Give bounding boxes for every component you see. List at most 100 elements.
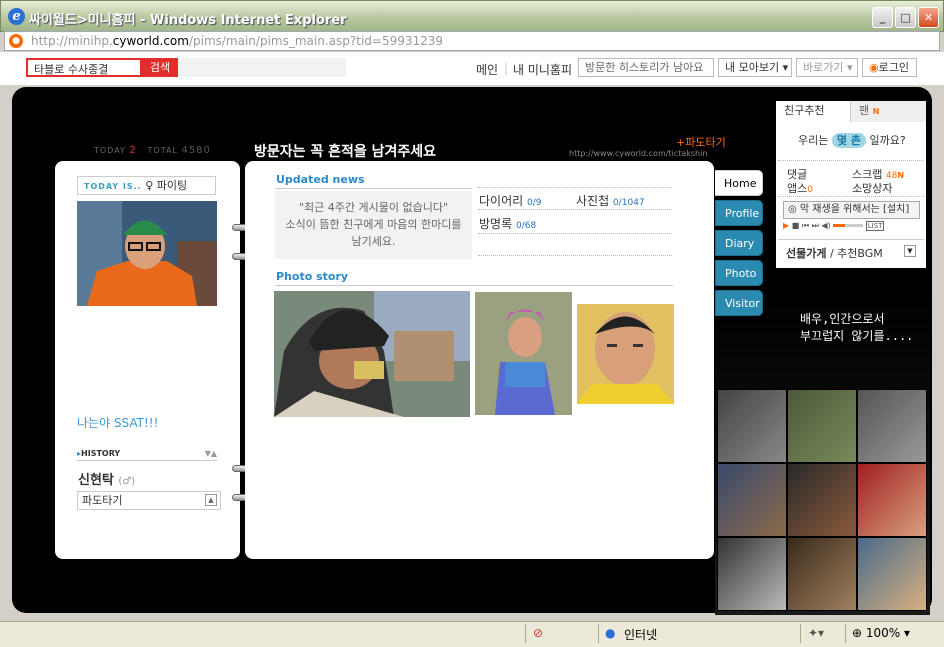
collage-photo [857,537,927,611]
photo-collage [717,389,927,611]
login-button[interactable]: ◉로그인 [862,58,917,77]
search-button[interactable]: 검색 [142,58,178,77]
photo-soldier[interactable] [274,291,470,417]
tab-diary[interactable]: Diary [715,230,763,256]
visitor-counter: TODAY 2 TOTAL 4580 [94,145,211,156]
minihompy-url[interactable]: http://www.cyworld.com/tictakshin [569,149,707,158]
my-minihompy-link[interactable]: 내 미니홈피 [513,61,572,78]
divider [525,624,526,643]
photo-face[interactable] [577,304,674,404]
collage-photo [787,463,857,537]
collage-photo [787,389,857,463]
news-box: "최근 4주간 게시물이 없습니다" 소식이 뜸한 친구에게 마음의 한마디를 … [275,191,472,259]
search-ad-area [178,58,346,77]
wishlist-link[interactable]: 소망상자 [852,180,892,196]
divider [478,233,672,234]
photo-story-title: Photo story [276,270,349,283]
collage-photo [717,389,787,463]
history-header[interactable]: ▸HISTORY ▼▲ [77,449,217,461]
divider [275,285,673,286]
chon-question[interactable]: 우리는 몇 촌 일까요? [798,132,906,148]
mood-icon: ♀ [145,179,154,192]
collect-dropdown[interactable]: 내 모아보기 ▾ [718,58,792,77]
player-controls[interactable]: ▶ ■ ⏮ ⏭ ◀) LIST [783,221,920,233]
chevron-down-icon[interactable]: ▼ [904,245,916,257]
globe-icon: ● [605,626,616,640]
divider [845,624,846,643]
new-badge: N [897,171,905,180]
address-url[interactable]: http://minihp.cyworld.com/pims/main/pims… [31,34,443,48]
tab-home[interactable]: Home [715,170,763,196]
minimize-button[interactable]: _ [872,7,893,28]
chevron-up-icon[interactable]: ▲ [205,494,217,506]
maximize-button[interactable]: □ [895,7,916,28]
volume-slider[interactable] [833,224,864,227]
collage-photo [857,463,927,537]
main-link[interactable]: 메인 [476,61,498,78]
collage-photo [717,537,787,611]
today-mood: TODAY IS.. ♀ 파이팅 [77,176,216,195]
tab-profile[interactable]: Profile [715,200,763,226]
link-divider: | [504,61,509,75]
login-icon: ◉ [869,61,879,74]
security-zone[interactable]: 인터넷 [624,626,657,643]
bgm-player[interactable]: ◎ 악 재생을 위해서는 [설치] [783,201,920,219]
window-title: 싸이월드>미니홈피 - Windows Internet Explorer [29,13,347,28]
tab-visitor[interactable]: Visitor [715,290,763,316]
profile-bio: 나는야 SSAT!!! [77,416,159,430]
ie-logo-icon: e [8,8,25,25]
divider [275,188,472,189]
slogan: 배우,인간으로서 부끄럽지 않기를.... [800,311,913,345]
window-title-bar[interactable]: e 싸이월드>미니홈피 - Windows Internet Explorer … [0,0,944,32]
news-line: "최근 4주간 게시물이 없습니다" [298,201,449,214]
divider [478,255,672,256]
pado-link[interactable]: +파도타기 [676,134,726,150]
album-stat[interactable]: 사진첩 0/1047 [576,192,645,209]
new-badge: N [872,107,880,116]
protected-mode-icon[interactable]: ✦▾ [808,626,824,640]
guestbook-stat[interactable]: 방명록 0/68 [479,215,536,232]
gift-shop-link[interactable]: 선물가게 / 추천BGM [786,245,883,261]
collage-photo [787,537,857,611]
visited-history-box[interactable]: 방문한 히스토리가 남아요 [578,58,714,77]
divider [778,160,924,161]
playlist-button[interactable]: LIST [865,221,885,231]
news-line: 남기세요. [351,235,396,248]
search-input[interactable]: 타블로 수사종결 [26,58,142,77]
address-bar[interactable]: ● http://minihp.cyworld.com/pims/main/pi… [4,31,940,51]
minihompy-title: 방문자는 꼭 흔적을 남겨주세요 [254,144,437,160]
zoom-level[interactable]: ⊕ 100% ▾ [852,626,910,640]
updated-news-title: Updated news [276,173,365,186]
photo-costume[interactable] [475,292,572,415]
profile-photo[interactable] [77,201,217,306]
diary-stat[interactable]: 다이어리 0/9 [479,192,541,209]
collage-photo [717,463,787,537]
collage-photo [857,389,927,463]
divider [778,196,924,197]
stop-icon[interactable]: ■ [792,221,800,230]
prev-icon[interactable]: ⏮ [802,221,809,230]
news-line: 소식이 뜸한 친구에게 마음의 한마디를 [285,218,462,231]
zoom-icon: ⊕ [852,626,863,640]
history-toggle-icon[interactable]: ▼▲ [205,449,217,458]
close-button[interactable]: ✕ [918,7,939,28]
volume-icon[interactable]: ◀) [821,221,830,230]
shortcut-dropdown[interactable]: 바로가기 ▾ [796,58,858,77]
tab-fans[interactable]: 팬 N [851,101,926,122]
divider [778,239,924,240]
divider [598,624,599,643]
play-icon[interactable]: ▶ [783,221,789,230]
status-bar [0,621,944,647]
tab-photo[interactable]: Photo [715,260,763,286]
pado-select[interactable]: 파도타기 ▲ [77,491,221,510]
apps-link[interactable]: 앱스0 [787,180,813,196]
next-icon[interactable]: ⏭ [812,221,819,230]
cyworld-favicon-icon: ● [9,34,23,48]
slogan-line: 배우,인간으로서 [800,312,885,326]
popup-blocked-icon[interactable]: ⊘ [533,626,543,640]
slogan-line: 부끄럽지 않기를.... [800,329,914,343]
divider [478,187,672,188]
owner-name: 신현탁 (♂) [78,473,136,488]
divider [800,624,801,643]
tab-friend-recommend[interactable]: 친구추천 [776,101,851,122]
